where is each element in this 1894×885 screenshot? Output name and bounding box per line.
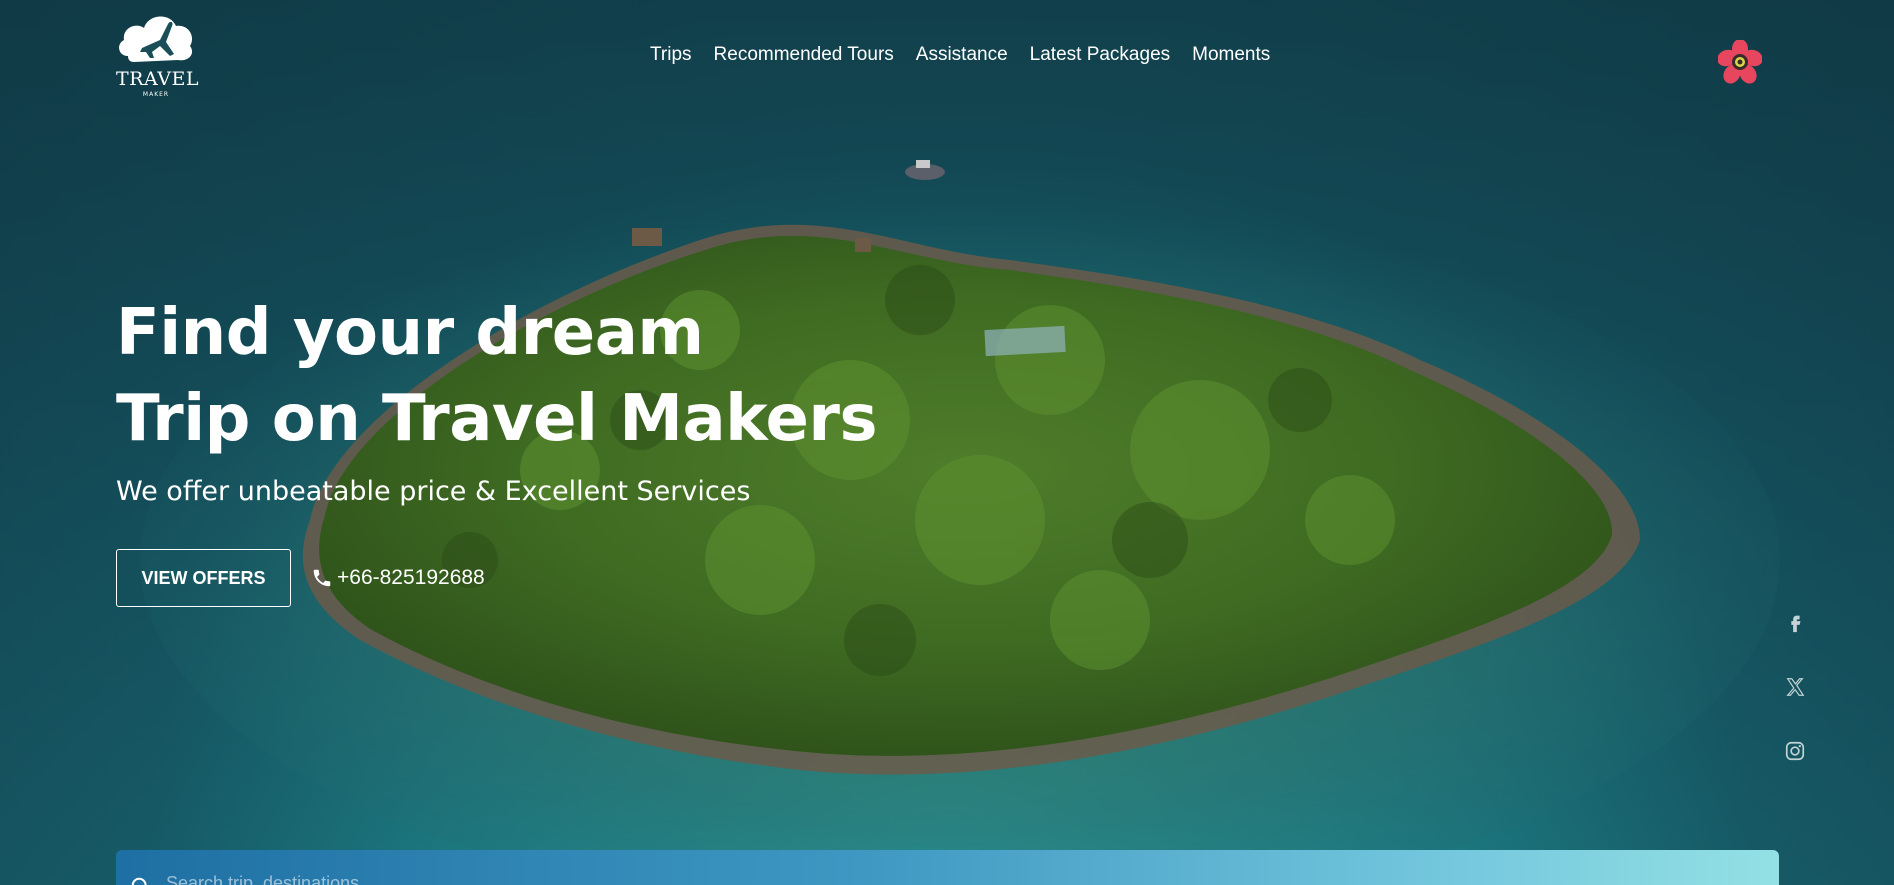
brand-logo[interactable]: TRAVEL MAKER xyxy=(116,10,199,100)
instagram-icon[interactable] xyxy=(1784,740,1806,762)
main-nav: Trips Recommended Tours Assistance Lates… xyxy=(650,44,1270,66)
brand-name: TRAVEL xyxy=(116,68,199,90)
hero-section: Find your dream Trip on Travel Makers We… xyxy=(116,290,1016,507)
flower-avatar-icon[interactable] xyxy=(1717,39,1763,84)
hero-headline-line2: Trip on Travel Makers xyxy=(116,382,878,456)
plane-cloud-icon xyxy=(119,16,193,62)
hero-headline-line1: Find your dream xyxy=(116,296,704,370)
brand-tagline: MAKER xyxy=(142,91,170,98)
phone-number: +66-825192688 xyxy=(337,566,485,589)
nav-item-latest-packages[interactable]: Latest Packages xyxy=(1030,44,1170,66)
hero-headline: Find your dream Trip on Travel Makers xyxy=(116,290,1016,462)
phone-icon xyxy=(313,569,331,587)
view-offers-button[interactable]: VIEW OFFERS xyxy=(116,549,291,607)
nav-item-trips[interactable]: Trips xyxy=(650,44,692,66)
search-bar xyxy=(116,850,1779,885)
search-icon[interactable] xyxy=(130,876,152,885)
nav-item-assistance[interactable]: Assistance xyxy=(916,44,1008,66)
x-twitter-icon[interactable] xyxy=(1784,676,1806,698)
facebook-icon[interactable] xyxy=(1784,612,1806,634)
hero-subline: We offer unbeatable price & Excellent Se… xyxy=(116,476,751,507)
hero-actions: VIEW OFFERS +66-825192688 xyxy=(116,549,485,607)
social-links xyxy=(1784,612,1806,762)
top-navigation-bar: TRAVEL MAKER Trips Recommended Tours Ass… xyxy=(0,0,1894,110)
search-input[interactable] xyxy=(166,868,766,885)
nav-item-moments[interactable]: Moments xyxy=(1192,44,1270,66)
nav-item-recommended-tours[interactable]: Recommended Tours xyxy=(714,44,894,66)
phone-contact[interactable]: +66-825192688 xyxy=(311,566,485,590)
